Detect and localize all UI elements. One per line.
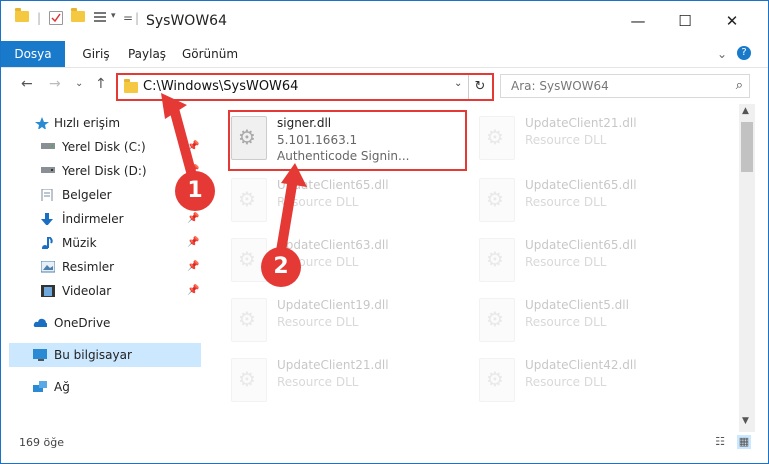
arrow-2-head [281,163,307,187]
callout-2: 2 [261,247,301,287]
explorer-window: | ▾ = | SysWOW64 — ☐ ✕ Dosya Giriş Payla… [0,0,769,464]
arrow-1 [168,100,198,184]
annotation-arrows [161,93,307,256]
callout-1: 1 [175,171,215,211]
arrow-2 [276,174,298,256]
